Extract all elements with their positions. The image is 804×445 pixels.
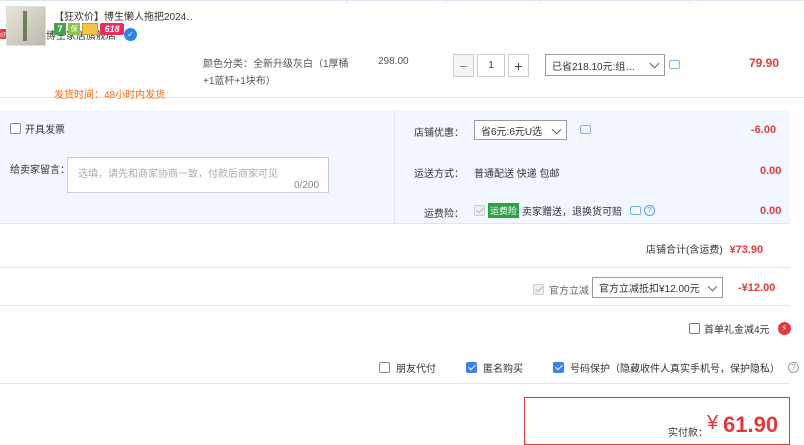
official-discount-option: 官方立减 bbox=[533, 282, 589, 297]
ship-time: 发货时间：48小时内发货 bbox=[54, 90, 166, 101]
insurance-checkbox bbox=[474, 205, 485, 216]
decrease-button[interactable]: − bbox=[453, 54, 474, 77]
delivery-label: 运送方式： bbox=[414, 169, 464, 180]
column-divider bbox=[689, 0, 690, 4]
chevron-down-icon bbox=[707, 281, 718, 292]
privacy-option[interactable]: 号码保护（隐藏收件人真实手机号，保护隐私） ? bbox=[553, 360, 799, 375]
product-title[interactable]: 【狂欢价】博生懒人拖把2024… bbox=[54, 8, 194, 23]
delivery-method: 普通配送 快递 包邮 bbox=[474, 169, 560, 180]
total-amount: 61.90 bbox=[723, 412, 779, 437]
privacy-checkbox[interactable] bbox=[553, 362, 564, 373]
insurance-option: 运费险 卖家赠送，退换货可赔 ? bbox=[474, 203, 656, 218]
store-coupon-select[interactable]: 省6元:6元U选 bbox=[474, 120, 567, 140]
store-total: 店铺合计(含运费) ¥73.90 bbox=[646, 244, 764, 256]
delivery-fee: 0.00 bbox=[760, 165, 782, 177]
message-placeholder: 选填，请先和商家协商一致，付款后商家可见 bbox=[78, 169, 278, 180]
column-divider bbox=[539, 0, 540, 4]
friend-pay-option[interactable]: 朋友代付 bbox=[379, 360, 436, 375]
column-divider bbox=[446, 0, 447, 4]
friend-pay-checkbox[interactable] bbox=[379, 362, 390, 373]
insurance-tag: 运费险 bbox=[488, 203, 520, 218]
anonymous-checkbox[interactable] bbox=[466, 362, 477, 373]
comment-icon[interactable] bbox=[580, 125, 591, 134]
insurance-text: 卖家赠送，退换货可赔 bbox=[522, 207, 623, 218]
currency-symbol: ¥ bbox=[707, 412, 719, 434]
product-badges: 7 保 618 bbox=[54, 23, 124, 35]
store-total-value: ¥73.90 bbox=[729, 244, 764, 256]
product-thumbnail[interactable] bbox=[6, 6, 46, 46]
first-order-checkbox[interactable] bbox=[689, 323, 700, 334]
comment-icon[interactable] bbox=[669, 60, 680, 69]
card-icon bbox=[82, 23, 98, 35]
first-order-option[interactable]: 首单礼金减4元 ⚡ bbox=[689, 321, 791, 336]
coupon-value: -6.00 bbox=[751, 124, 777, 136]
official-discount-value: -¥12.00 bbox=[738, 282, 776, 294]
item-discount-select[interactable]: 已省218.10元:组… bbox=[545, 54, 665, 76]
coupon-label: 店铺优惠： bbox=[414, 128, 464, 139]
product-spec: 颜色分类：全新升级灰白（1厚桶 +1蓝杆+1块布） bbox=[203, 59, 349, 87]
total-label: 实付款： bbox=[668, 428, 708, 439]
top-divider bbox=[0, 0, 804, 3]
promo-618-icon: 618 bbox=[100, 23, 124, 35]
invoice-checkbox[interactable] bbox=[10, 123, 21, 134]
chat-icon[interactable]: ✓ bbox=[124, 27, 137, 41]
seven-day-return-icon: 7 bbox=[54, 23, 66, 35]
guarantee-icon: 保 bbox=[68, 23, 80, 35]
help-icon[interactable]: ? bbox=[788, 362, 799, 373]
message-label: 给卖家留言： bbox=[10, 165, 70, 176]
quantity-stepper: − 1 + bbox=[453, 54, 529, 77]
increase-button[interactable]: + bbox=[508, 54, 529, 77]
anonymous-option[interactable]: 匿名购买 bbox=[466, 360, 523, 375]
unit-price: 298.00 bbox=[378, 56, 409, 67]
quantity-input[interactable]: 1 bbox=[477, 54, 505, 77]
item-pay-amount: 79.90 bbox=[749, 56, 780, 70]
panel-divider bbox=[394, 110, 395, 224]
official-discount-checkbox bbox=[533, 284, 544, 295]
column-divider bbox=[346, 0, 347, 4]
help-icon[interactable]: ? bbox=[644, 205, 656, 216]
lightning-icon: ⚡ bbox=[777, 322, 791, 335]
message-char-count: 0/200 bbox=[294, 180, 320, 191]
section-divider bbox=[0, 383, 790, 384]
insurance-fee: 0.00 bbox=[760, 205, 782, 217]
section-divider bbox=[0, 305, 790, 306]
comment-icon[interactable] bbox=[630, 206, 642, 215]
chevron-down-icon bbox=[649, 58, 660, 69]
official-discount-select[interactable]: 官方立减抵扣¥12.00元 bbox=[592, 277, 723, 298]
chevron-down-icon bbox=[551, 124, 562, 135]
insurance-label: 运费险： bbox=[424, 209, 464, 220]
invoice-option[interactable]: 开具发票 bbox=[10, 121, 65, 136]
